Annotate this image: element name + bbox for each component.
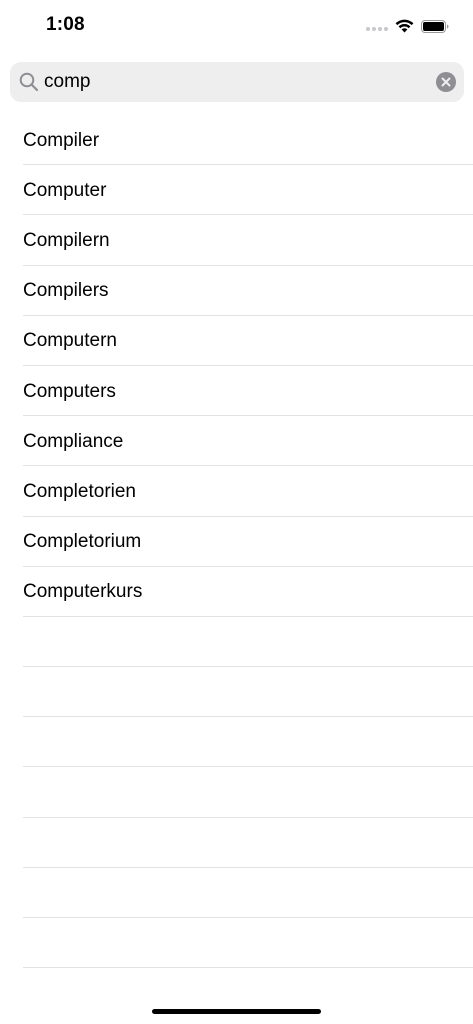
search-icon: [19, 72, 39, 92]
empty-row: [0, 667, 473, 718]
result-label: Compilers: [23, 280, 109, 302]
result-row[interactable]: Computerkurs: [0, 567, 473, 618]
empty-row: [0, 918, 473, 969]
result-row[interactable]: Compilers: [0, 266, 473, 316]
search-bar[interactable]: [10, 62, 464, 102]
result-label: Computers: [23, 380, 116, 402]
status-bar: 1:08: [0, 0, 473, 54]
empty-row: [0, 617, 473, 668]
result-row[interactable]: Compiler: [0, 115, 473, 166]
search-input[interactable]: [44, 62, 424, 102]
empty-row: [0, 818, 473, 869]
result-label: Compiler: [23, 129, 100, 151]
result-label: Computer: [23, 179, 107, 201]
empty-row: [0, 767, 473, 818]
result-row[interactable]: Computers: [0, 366, 473, 417]
home-indicator[interactable]: [152, 1009, 321, 1014]
result-row[interactable]: Completorium: [0, 517, 473, 567]
result-label: Compliance: [23, 430, 124, 452]
result-row[interactable]: Compliance: [0, 416, 473, 467]
result-label: Completorium: [23, 531, 142, 553]
result-row[interactable]: Computer: [0, 165, 473, 216]
cellular-signal-icon: [366, 27, 388, 31]
empty-row: [0, 717, 473, 768]
result-label: Compilern: [23, 229, 110, 251]
status-indicators: [366, 16, 449, 36]
close-icon: [441, 77, 451, 87]
result-row[interactable]: Computern: [0, 316, 473, 367]
result-label: Computern: [23, 330, 117, 352]
result-row[interactable]: Completorien: [0, 466, 473, 517]
result-label: Completorien: [23, 480, 136, 502]
results-list: Compiler Computer Compilern Compilers Co…: [0, 115, 473, 969]
result-row[interactable]: Compilern: [0, 215, 473, 266]
status-time: 1:08: [46, 14, 85, 35]
result-label: Computerkurs: [23, 581, 143, 603]
clear-search-button[interactable]: [436, 72, 456, 92]
wifi-icon: [395, 19, 414, 33]
battery-icon: [421, 19, 449, 33]
empty-row: [0, 868, 473, 919]
